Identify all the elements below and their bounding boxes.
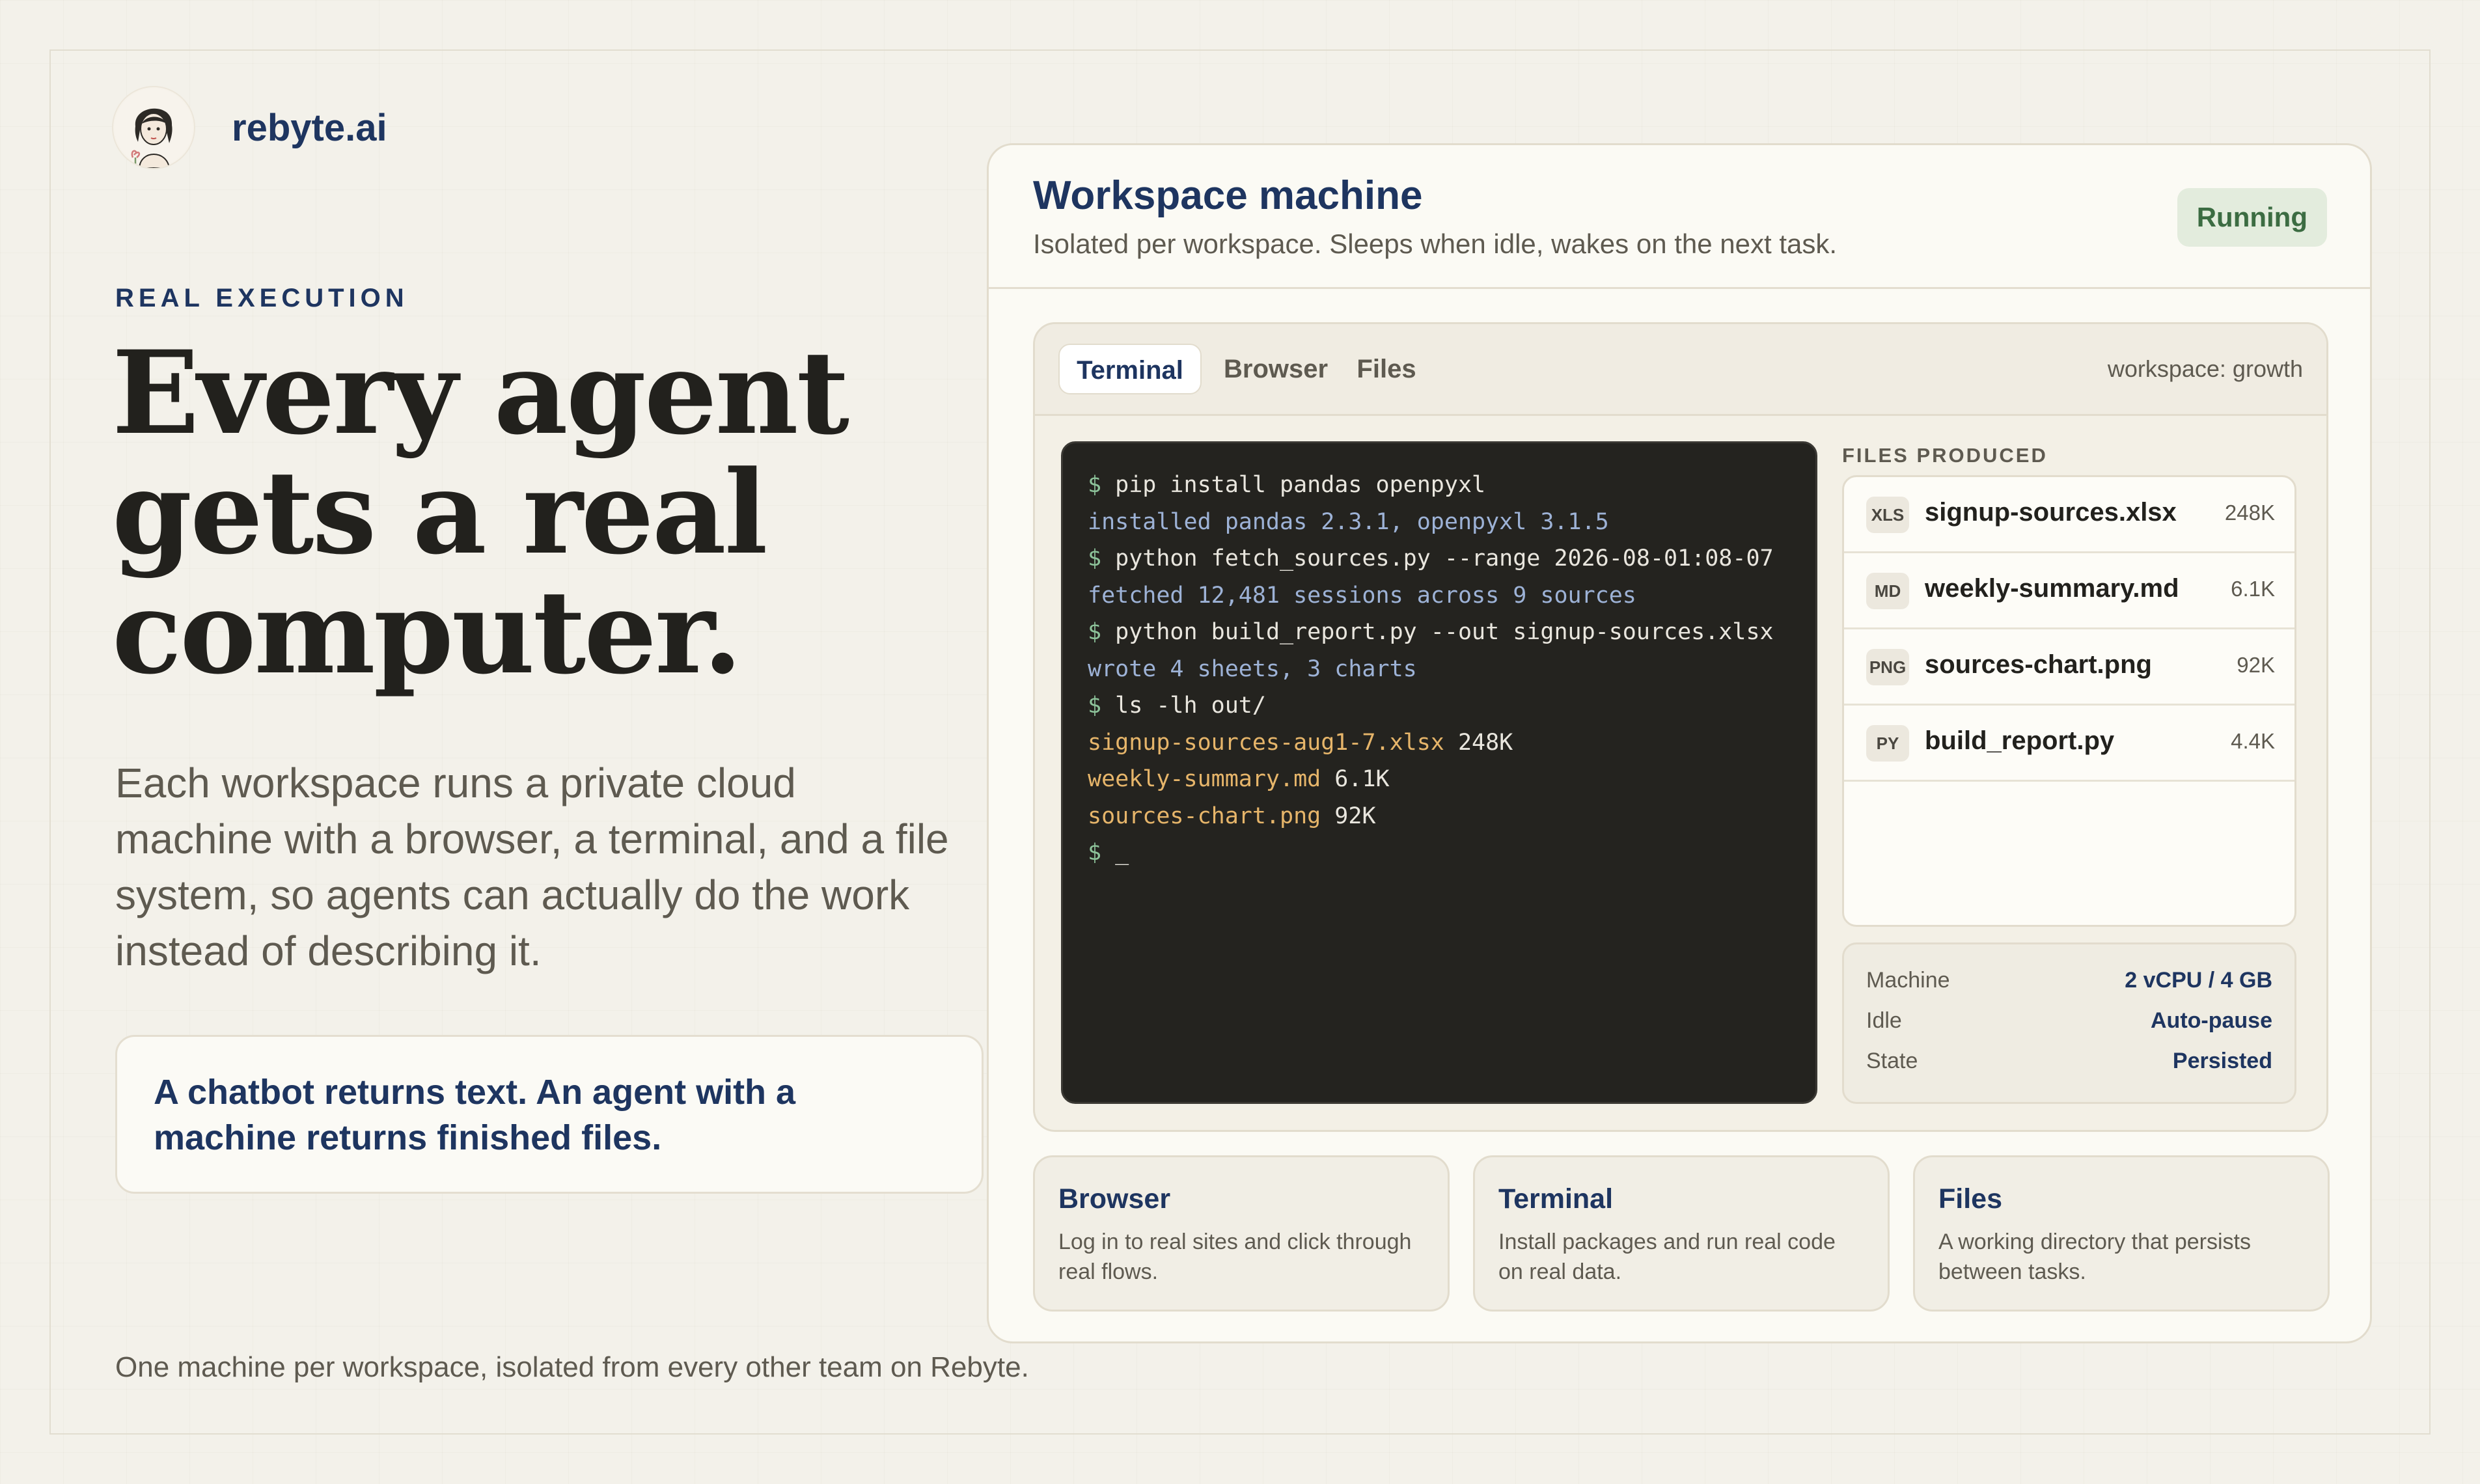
- terminal-command: pip install pandas openpyxl: [1101, 472, 1486, 498]
- status-badge: Running: [2177, 188, 2327, 247]
- file-type-icon: PNG: [1866, 649, 1909, 685]
- spec-key: State: [1866, 1049, 1918, 1073]
- feature-desc: A working directory that persists betwee…: [1938, 1230, 2251, 1284]
- terminal-file-name: weekly-summary.md: [1088, 766, 1321, 792]
- spec-key: Idle: [1866, 1008, 1902, 1033]
- feature-title: Terminal: [1498, 1183, 1614, 1215]
- file-name: signup-sources.xlsx: [1925, 498, 2177, 527]
- spec-row: State Persisted: [1866, 1049, 2272, 1089]
- spec-key: Machine: [1866, 968, 1950, 993]
- terminal-command: python fetch_sources.py --range 2026-08-…: [1101, 545, 1774, 571]
- terminal-line: installed pandas 2.3.1, openpyxl 3.1.5: [1088, 504, 1791, 541]
- terminal-line: $ python build_report.py --out signup-so…: [1088, 614, 1791, 651]
- feature-card-browser: Browser Log in to real sites and click t…: [1033, 1155, 1450, 1312]
- terminal-line: sources-chart.png 92K: [1088, 798, 1791, 835]
- file-name: build_report.py: [1925, 726, 2115, 755]
- tab-files[interactable]: Files: [1341, 344, 1432, 394]
- terminal-prompt: $: [1088, 619, 1102, 645]
- terminal-line: signup-sources-aug1-7.xlsx 248K: [1088, 724, 1791, 762]
- workspace-machine-card: Workspace machine Isolated per workspace…: [987, 143, 2372, 1343]
- headline-line: gets a real: [112, 445, 768, 580]
- terminal-line: weekly-summary.md 6.1K: [1088, 761, 1791, 798]
- terminal-line: $ python fetch_sources.py --range 2026-0…: [1088, 540, 1791, 577]
- file-name: sources-chart.png: [1925, 650, 2152, 679]
- files-produced-label: FILES PRODUCED: [1842, 444, 2048, 467]
- terminal-line: $ _: [1088, 834, 1791, 872]
- terminal-prompt: $: [1088, 840, 1102, 866]
- terminal-prompt: $: [1088, 545, 1102, 571]
- terminal-file-name: signup-sources-aug1-7.xlsx: [1088, 729, 1444, 756]
- terminal-line: $ pip install pandas openpyxl: [1088, 467, 1791, 504]
- terminal-command: ls -lh out/: [1101, 693, 1266, 719]
- feature-desc: Log in to real sites and click through r…: [1058, 1230, 1412, 1284]
- spec-value: 2 vCPU / 4 GB: [2125, 968, 2272, 993]
- card-subtitle: Isolated per workspace. Sleeps when idle…: [1033, 228, 1838, 259]
- file-type-icon: PY: [1866, 725, 1909, 762]
- tab-bar: Terminal Browser Files workspace: growth: [1035, 324, 2326, 416]
- terminal-prompt: $: [1088, 693, 1102, 719]
- terminal-output[interactable]: $ pip install pandas openpyxl installed p…: [1061, 441, 1817, 1104]
- terminal-file-name: sources-chart.png: [1088, 803, 1321, 829]
- feature-title: Browser: [1058, 1183, 1171, 1215]
- file-size: 6.1K: [2231, 577, 2275, 601]
- workspace-label: workspace: growth: [2107, 355, 2303, 382]
- terminal-command: python build_report.py --out signup-sour…: [1101, 619, 1774, 645]
- headline-line: Every agent: [112, 325, 849, 460]
- terminal-cursor: _: [1101, 840, 1129, 866]
- avatar-illustration-icon: [115, 89, 193, 168]
- spec-value: Persisted: [2172, 1049, 2272, 1073]
- machine-panel: Terminal Browser Files workspace: growth…: [1033, 322, 2328, 1132]
- feature-desc: Install packages and run real code on re…: [1498, 1230, 1836, 1284]
- feature-card-files: Files A working directory that persists …: [1913, 1155, 2330, 1312]
- terminal-file-size: 92K: [1321, 803, 1376, 829]
- brand-name: rebyte.ai: [232, 106, 387, 149]
- spec-value: Auto-pause: [2151, 1008, 2272, 1033]
- files-list: XLS signup-sources.xlsx 248K MD weekly-summa…: [1842, 475, 2296, 927]
- feature-title: Files: [1938, 1183, 2002, 1215]
- file-size: 248K: [2224, 501, 2275, 525]
- tab-terminal[interactable]: Terminal: [1058, 344, 1202, 394]
- file-name: weekly-summary.md: [1925, 574, 2179, 603]
- terminal-output-text: fetched 12,481 sessions across 9 sources: [1088, 582, 1636, 609]
- file-size: 92K: [2237, 653, 2275, 677]
- feature-card-terminal: Terminal Install packages and run real c…: [1473, 1155, 1890, 1312]
- headline: Every agent gets a real computer.: [112, 333, 1023, 693]
- footnote: One machine per workspace, isolated from…: [115, 1351, 1029, 1383]
- terminal-line: $ ls -lh out/: [1088, 687, 1791, 724]
- callout-box: A chatbot returns text. An agent with a …: [115, 1035, 984, 1194]
- terminal-line: wrote 4 sheets, 3 charts: [1088, 651, 1791, 688]
- card-header: Workspace machine Isolated per workspace…: [989, 145, 2370, 289]
- terminal-output-text: installed pandas 2.3.1, openpyxl 3.1.5: [1088, 508, 1609, 535]
- file-type-icon: MD: [1866, 573, 1909, 609]
- file-row[interactable]: XLS signup-sources.xlsx 248K: [1844, 477, 2294, 553]
- file-row[interactable]: PY build_report.py 4.4K: [1844, 706, 2294, 782]
- tab-browser[interactable]: Browser: [1224, 344, 1328, 394]
- eyebrow: REAL EXECUTION: [115, 284, 409, 312]
- brand[interactable]: rebyte.ai: [112, 86, 387, 169]
- file-type-icon: XLS: [1866, 497, 1909, 533]
- terminal-output-text: wrote 4 sheets, 3 charts: [1088, 655, 1417, 682]
- spec-row: Machine 2 vCPU / 4 GB: [1866, 968, 2272, 1008]
- lede-paragraph: Each workspace runs a private cloud mach…: [115, 760, 949, 974]
- terminal-line: fetched 12,481 sessions across 9 sources: [1088, 577, 1791, 614]
- terminal-prompt: $: [1088, 472, 1102, 498]
- terminal-file-size: 248K: [1444, 729, 1513, 756]
- headline-line: computer.: [112, 565, 743, 700]
- spec-row: Idle Auto-pause: [1866, 1008, 2272, 1049]
- card-title: Workspace machine: [1033, 173, 1423, 218]
- terminal-file-size: 6.1K: [1321, 766, 1390, 792]
- file-size: 4.4K: [2231, 729, 2275, 753]
- file-row[interactable]: PNG sources-chart.png 92K: [1844, 629, 2294, 706]
- machine-specs: Machine 2 vCPU / 4 GB Idle Auto-pause State P…: [1842, 942, 2296, 1104]
- file-row[interactable]: MD weekly-summary.md 6.1K: [1844, 553, 2294, 629]
- avatar: [112, 86, 195, 169]
